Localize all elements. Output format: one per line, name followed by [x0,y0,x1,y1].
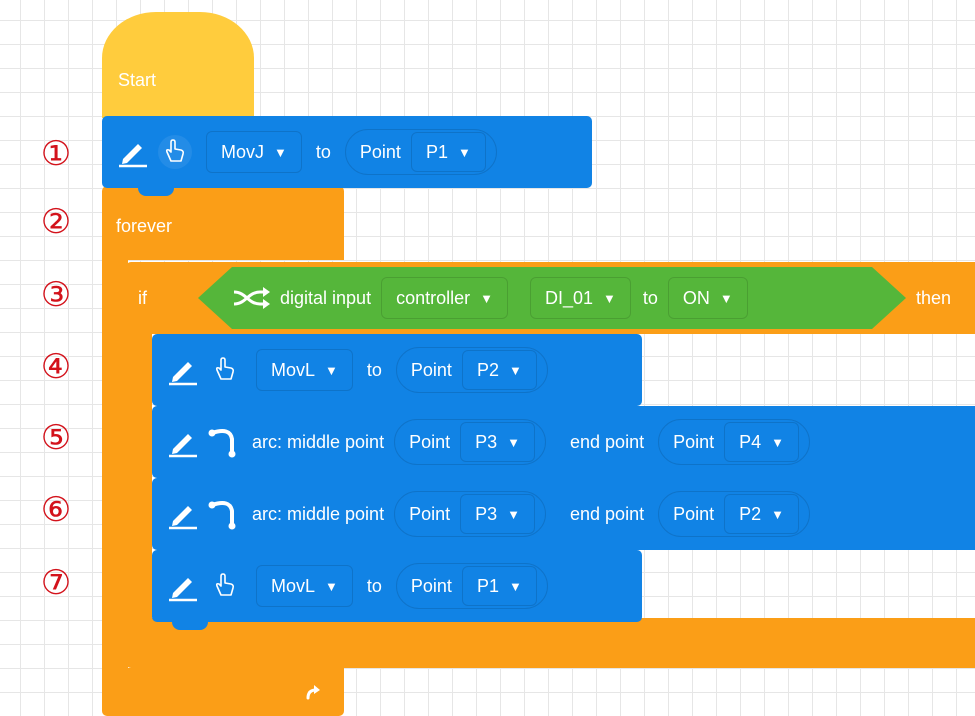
point-selector[interactable]: Point P1 ▼ [395,563,548,609]
digital-input-condition[interactable]: digital input controller ▼ DI_01 ▼ to ON… [198,267,906,329]
caret-down-icon: ▼ [719,290,733,306]
forever-label: forever [116,216,173,236]
point-value: P4 [739,431,762,452]
caret-down-icon: ▼ [325,578,338,594]
motion-type-value: MovL [271,575,316,596]
end-point-selector[interactable]: Point P4 ▼ [658,419,811,465]
caret-down-icon: ▼ [507,434,521,450]
point-label: Point [673,431,715,452]
point-label: Point [409,503,451,524]
caret-down-icon: ▼ [457,144,471,160]
point-selector[interactable]: Point P2 ▼ [395,347,548,393]
arc-icon [208,425,240,459]
pencil-icon[interactable] [166,497,200,531]
movl-p1-block[interactable]: MovL ▼ to Point P1 ▼ [152,550,642,622]
end-point-dropdown[interactable]: P2 ▼ [724,494,800,534]
end-point-label: end point [570,431,645,452]
forever-spine [102,250,128,670]
pencil-icon[interactable] [116,135,150,169]
annotation-3: ③ [40,275,72,315]
state-value: ON [682,287,710,308]
mid-point-selector[interactable]: Point P3 ▼ [394,419,547,465]
start-label: Start [118,70,157,90]
caret-down-icon: ▼ [508,362,522,378]
point-selector[interactable]: Point P1 ▼ [344,129,497,175]
movj-notch [138,186,174,196]
movl-p1-notch [172,620,208,630]
caret-down-icon: ▼ [507,506,521,522]
loop-arrow-icon [304,682,324,707]
annotation-5: ⑤ [40,418,72,458]
motion-type-value: MovL [271,359,316,380]
point-dropdown[interactable]: P1 ▼ [461,566,537,606]
to-label: to [366,575,382,596]
di-port-dropdown[interactable]: DI_01 ▼ [530,277,631,319]
mid-point-selector[interactable]: Point P3 ▼ [394,491,547,537]
point-value: P3 [475,503,498,524]
pencil-icon[interactable] [166,353,200,387]
condition-to-label: to [642,287,658,308]
point-dropdown[interactable]: P2 ▼ [461,350,537,390]
mid-point-dropdown[interactable]: P3 ▼ [460,422,536,462]
caret-down-icon: ▼ [508,578,522,594]
caret-down-icon: ▼ [771,506,785,522]
digital-input-label: digital input [280,287,372,308]
to-label: to [366,359,382,380]
point-value: P2 [739,503,762,524]
point-value: P3 [475,431,498,452]
if-bottom [126,618,975,668]
point-value: P2 [476,359,499,380]
arc-p4-block[interactable]: arc: middle point Point P3 ▼ end point P… [152,406,975,478]
cursor-hand-icon[interactable] [208,353,242,387]
arc-icon [208,497,240,531]
point-label: Point [359,141,401,162]
motion-type-dropdown[interactable]: MovL ▼ [256,565,353,607]
start-block[interactable]: Start [102,12,254,118]
annotation-2: ② [40,202,72,242]
motion-type-value: MovJ [221,141,265,162]
annotation-6: ⑥ [40,490,72,530]
point-label: Point [410,575,452,596]
caret-down-icon: ▼ [771,434,785,450]
state-dropdown[interactable]: ON ▼ [668,277,748,319]
point-label: Point [673,503,715,524]
controller-dropdown[interactable]: controller ▼ [381,277,508,319]
caret-down-icon: ▼ [325,362,338,378]
caret-down-icon: ▼ [480,290,493,306]
end-point-selector[interactable]: Point P2 ▼ [658,491,811,537]
mid-point-dropdown[interactable]: P3 ▼ [460,494,536,534]
if-label: if [138,288,147,308]
motion-type-dropdown[interactable]: MovL ▼ [256,349,353,391]
end-point-label: end point [570,503,645,524]
arc-p2-block[interactable]: arc: middle point Point P3 ▼ end point P… [152,478,975,550]
arc-middle-label: arc: middle point [252,431,385,452]
movl-p2-block[interactable]: MovL ▼ to Point P2 ▼ [152,334,642,406]
then-label: then [916,288,952,308]
point-label: Point [409,431,451,452]
point-dropdown[interactable]: P1 ▼ [410,132,486,172]
cursor-hand-icon[interactable] [208,569,242,603]
to-label: to [315,141,331,162]
controller-value: controller [396,287,471,308]
shuffle-icon [232,285,272,311]
caret-down-icon: ▼ [274,144,287,160]
arc-middle-label: arc: middle point [252,503,385,524]
annotation-7: ⑦ [40,563,72,603]
cursor-hand-icon[interactable] [158,135,192,169]
annotation-4: ④ [40,347,72,387]
di-port-value: DI_01 [544,287,594,308]
pencil-icon[interactable] [166,425,200,459]
if-spine [126,330,152,622]
motion-type-dropdown[interactable]: MovJ ▼ [206,131,302,173]
point-label: Point [410,359,452,380]
annotation-1: ① [40,134,72,174]
caret-down-icon: ▼ [603,290,616,306]
movj-block[interactable]: MovJ ▼ to Point P1 ▼ [102,116,592,188]
point-value: P1 [425,141,448,162]
end-point-dropdown[interactable]: P4 ▼ [724,422,800,462]
point-value: P1 [476,575,499,596]
pencil-icon[interactable] [166,569,200,603]
